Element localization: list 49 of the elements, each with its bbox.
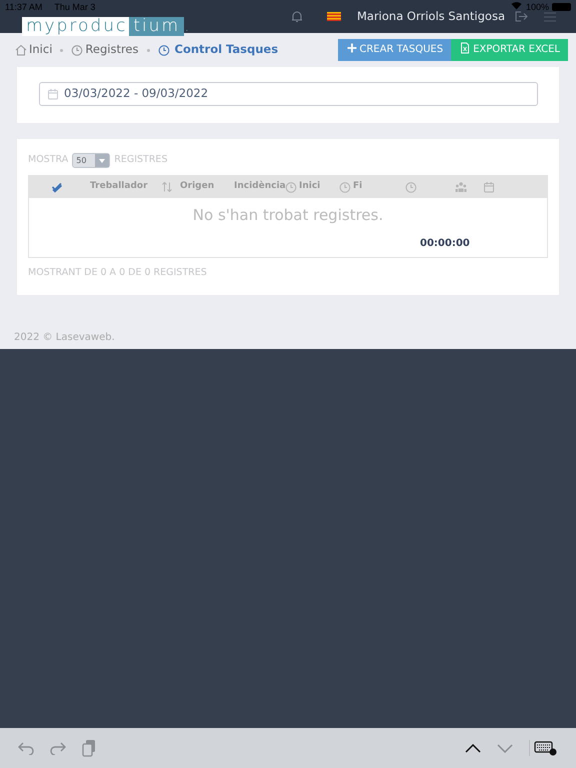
export-button[interactable]: EXPORTAR EXCEL xyxy=(451,39,568,61)
logo-text: myproduc xyxy=(22,17,130,36)
redo-icon[interactable] xyxy=(50,741,66,755)
footer-text: 2022 © Lasevaweb. xyxy=(14,332,115,342)
sort-icon xyxy=(161,180,173,192)
logo-dot: . xyxy=(184,17,192,36)
battery-icon xyxy=(552,3,571,11)
menu-icon[interactable] xyxy=(544,12,556,22)
breadcrumb-link[interactable]: Control Tasques xyxy=(158,41,278,59)
breadcrumb-link[interactable]: Registres xyxy=(71,41,138,59)
home-icon xyxy=(15,44,27,56)
wifi-icon xyxy=(510,1,522,10)
battery-text: 100% xyxy=(526,1,549,14)
time-text: 11:37 AM xyxy=(5,1,42,14)
length-label: MOSTRA xyxy=(28,153,68,168)
clock-icon xyxy=(285,180,297,192)
file-icon xyxy=(459,42,472,54)
calendar-icon xyxy=(483,180,495,192)
date-range-field[interactable]: 03/03/2022 - 09/03/2022 xyxy=(39,82,538,106)
clipboard-icon[interactable] xyxy=(82,739,96,757)
column-header[interactable]: Incidència xyxy=(234,180,286,194)
bell-icon[interactable] xyxy=(290,10,303,23)
date-text: Thu Mar 3 xyxy=(54,1,96,14)
length-label: REGISTRES xyxy=(114,153,168,168)
plus-icon xyxy=(346,42,358,54)
column-header[interactable]: Inici xyxy=(285,180,320,194)
group-icon xyxy=(455,180,467,192)
calendar-icon xyxy=(47,88,59,100)
clock-icon xyxy=(158,44,170,56)
column-header[interactable]: Origen xyxy=(180,180,214,194)
table-info: MOSTRANT DE 0 A 0 DE 0 REGISTRES xyxy=(28,266,207,280)
page-size-select[interactable]: 50 xyxy=(72,153,110,168)
empty-message: No s'han trobat registres. xyxy=(192,205,384,226)
create-button[interactable]: CREAR TASQUES xyxy=(338,39,452,61)
logout-icon[interactable] xyxy=(515,11,528,22)
clock-icon xyxy=(339,180,351,192)
clock-icon xyxy=(71,44,84,56)
double-check-icon xyxy=(51,180,63,192)
column-header[interactable]: Treballador xyxy=(90,180,148,194)
undo-icon[interactable] xyxy=(18,741,34,755)
flag-icon[interactable] xyxy=(326,12,341,21)
breadcrumb-link[interactable]: Inici xyxy=(15,41,52,59)
total-time: 00:00:00 xyxy=(420,238,470,248)
keyboard-icon[interactable] xyxy=(529,740,558,756)
logo-text: tium xyxy=(129,17,184,36)
column-header[interactable]: Fi xyxy=(339,180,362,194)
user-name[interactable]: Mariona Orriols Santigosa xyxy=(356,8,505,26)
clock-icon xyxy=(405,180,417,192)
caret-icon xyxy=(99,158,106,162)
